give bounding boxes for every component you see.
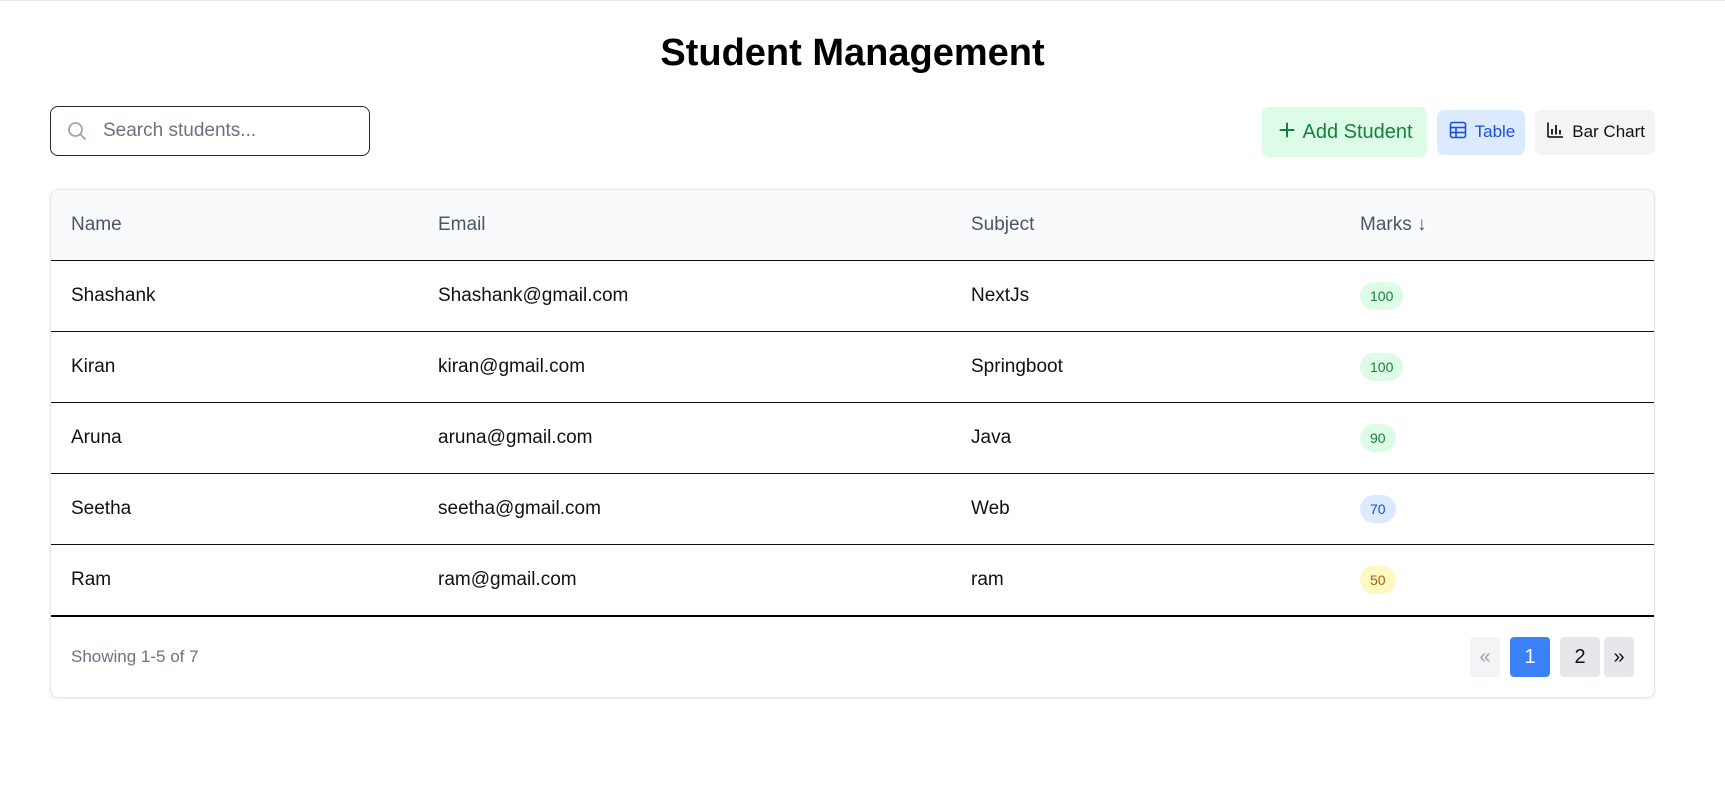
cell-name: Kiran <box>71 356 116 377</box>
cell-email: seetha@gmail.com <box>438 498 601 519</box>
table-row[interactable]: Ram ram@gmail.com ram 50 <box>51 545 1654 617</box>
search-icon <box>67 121 87 141</box>
marks-badge: 50 <box>1360 566 1396 594</box>
cell-email: ram@gmail.com <box>438 569 577 590</box>
page: Student Management Add Student <box>50 0 1655 698</box>
next-page-button[interactable]: » <box>1604 637 1634 677</box>
table-footer: Showing 1-5 of 7 « 1 2 » <box>51 617 1654 697</box>
toolbar: Add Student Table <box>50 106 1655 158</box>
cell-marks: 50 <box>1360 545 1396 615</box>
page-button-2[interactable]: 2 <box>1560 637 1600 677</box>
cell-email: aruna@gmail.com <box>438 427 593 448</box>
view-actions: Add Student Table Bar Chart <box>1261 106 1655 158</box>
plus-icon <box>1279 121 1295 144</box>
cell-marks: 100 <box>1360 261 1404 331</box>
cell-name: Ram <box>71 569 112 590</box>
cell-name: Aruna <box>71 427 122 448</box>
cell-marks: 90 <box>1360 403 1396 473</box>
column-header-subject[interactable]: Subject <box>971 190 1034 260</box>
marks-badge: 90 <box>1360 424 1396 452</box>
table-header: Name Email Subject Marks ↓ <box>51 190 1654 261</box>
marks-badge: 100 <box>1360 353 1404 381</box>
marks-badge: 70 <box>1360 495 1396 523</box>
cell-subject: Java <box>971 427 1012 448</box>
add-student-button[interactable]: Add Student <box>1261 107 1427 157</box>
search-input[interactable] <box>101 110 355 152</box>
students-table: Name Email Subject Marks ↓ Shashank Shas… <box>50 189 1655 698</box>
table-row[interactable]: Kiran kiran@gmail.com Springboot 100 <box>51 332 1654 403</box>
table-row[interactable]: Seetha seetha@gmail.com Web 70 <box>51 474 1654 545</box>
marks-badge: 100 <box>1360 282 1404 310</box>
cell-subject: NextJs <box>971 285 1030 306</box>
table-view-label: Table <box>1474 122 1516 141</box>
cell-name: Shashank <box>71 285 156 306</box>
cell-marks: 70 <box>1360 474 1396 544</box>
page-button-1[interactable]: 1 <box>1510 637 1550 677</box>
cell-subject: Web <box>971 498 1010 519</box>
column-header-email[interactable]: Email <box>438 190 486 260</box>
cell-email: kiran@gmail.com <box>438 356 586 377</box>
table-row[interactable]: Shashank Shashank@gmail.com NextJs 100 <box>51 261 1654 332</box>
pagination-summary: Showing 1-5 of 7 <box>71 647 199 666</box>
column-header-marks[interactable]: Marks ↓ <box>1360 190 1427 260</box>
cell-email: Shashank@gmail.com <box>438 285 629 306</box>
cell-name: Seetha <box>71 498 132 519</box>
table-row[interactable]: Aruna aruna@gmail.com Java 90 <box>51 403 1654 474</box>
bar-chart-view-label: Bar Chart <box>1572 122 1645 141</box>
add-student-label: Add Student <box>1302 120 1413 143</box>
cell-marks: 100 <box>1360 332 1404 402</box>
column-header-name[interactable]: Name <box>71 190 122 260</box>
previous-page-button[interactable]: « <box>1470 637 1500 677</box>
cell-subject: ram <box>971 569 1004 590</box>
page-title: Student Management <box>660 32 1045 74</box>
pagination: « 1 2 » <box>1470 637 1634 677</box>
bar-chart-view-button[interactable]: Bar Chart <box>1535 109 1655 155</box>
table-icon <box>1449 121 1467 144</box>
cell-subject: Springboot <box>971 356 1063 377</box>
table-view-button[interactable]: Table <box>1436 109 1526 155</box>
search-box[interactable] <box>50 106 370 156</box>
bar-chart-icon <box>1546 121 1564 144</box>
